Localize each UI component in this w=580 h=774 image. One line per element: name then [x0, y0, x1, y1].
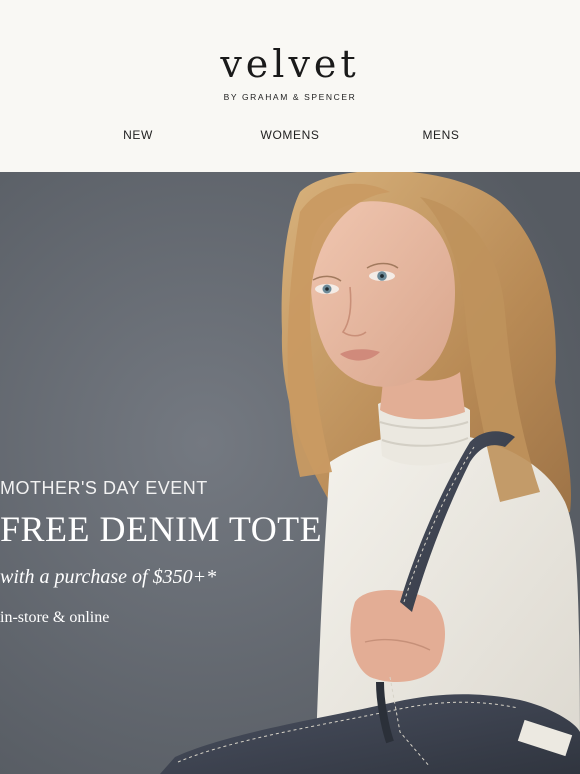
hand [350, 590, 445, 682]
brand-tagline: BY GRAHAM & SPENCER [223, 92, 357, 102]
hero-banner[interactable]: MOTHER'S DAY EVENT FREE DENIM TOTE with … [0, 172, 580, 774]
event-label: MOTHER'S DAY EVENT [0, 478, 208, 498]
email-page: velvet BY GRAHAM & SPENCER NEW WOMENS ME… [0, 0, 580, 774]
nav-link-womens[interactable]: WOMENS [261, 128, 320, 142]
channels-text: in-store & online [0, 609, 110, 626]
hero-image [0, 172, 580, 774]
nav-link-new[interactable]: NEW [123, 128, 153, 142]
email-header: velvet BY GRAHAM & SPENCER NEW WOMENS ME… [0, 0, 580, 172]
primary-nav: NEW WOMENS MENS [0, 128, 580, 144]
hero-headline: FREE DENIM TOTE [0, 509, 323, 549]
offer-text: with a purchase of $350+* [0, 566, 217, 588]
nav-link-mens[interactable]: MENS [422, 128, 459, 142]
velvet-logo[interactable]: velvet [0, 44, 580, 84]
